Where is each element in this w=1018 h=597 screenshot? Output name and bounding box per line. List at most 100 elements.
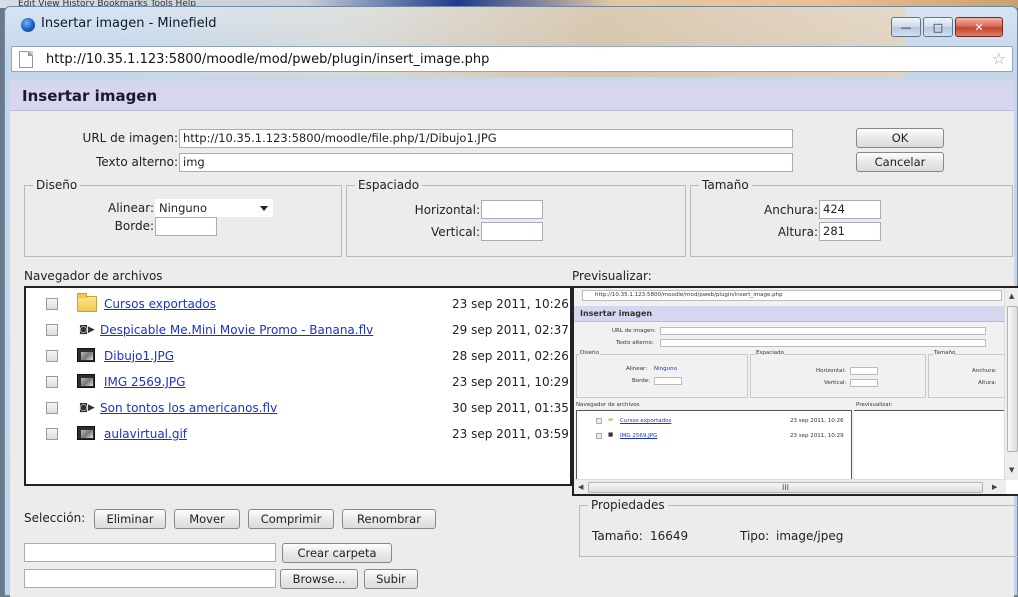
align-label: Alinear: (108, 201, 154, 215)
horizontal-label: Horizontal: (414, 203, 480, 217)
page-title: Insertar imagen (22, 87, 158, 105)
scroll-up-icon[interactable]: ▲ (1009, 292, 1014, 300)
file-name-link[interactable]: aulavirtual.gif (104, 427, 187, 441)
scroll-down-icon[interactable]: ▼ (1009, 466, 1014, 474)
file-checkbox[interactable] (46, 402, 58, 414)
create-folder-button[interactable]: Crear carpeta (282, 543, 392, 563)
file-checkbox[interactable] (46, 324, 58, 336)
cancel-button[interactable]: Cancelar (856, 152, 944, 172)
preview-tamano-legend: Tamaño (934, 350, 956, 356)
file-row[interactable]: Despicable Me.Mini Movie Promo - Banana.… (26, 320, 570, 342)
preview-height-label: Altura: (978, 380, 997, 386)
file-name-link[interactable]: Dibujo1.JPG (104, 349, 174, 363)
new-folder-input[interactable] (24, 543, 276, 562)
horizontal-scroll-thumb[interactable]: III (588, 482, 983, 493)
size-value: 16649 (650, 529, 689, 543)
file-row[interactable]: Dibujo1.JPG 28 sep 2011, 02:26 (26, 346, 570, 368)
preview-espaciado-legend: Espaciado (756, 350, 784, 356)
preview-border-field (654, 377, 682, 385)
preview-file-1: Cursos exportados (620, 418, 672, 424)
address-bar[interactable]: http://10.35.1.123:5800/moodle/mod/pweb/… (11, 46, 1013, 72)
file-name-link[interactable]: IMG 2569.JPG (104, 375, 185, 389)
file-checkbox[interactable] (46, 428, 58, 440)
delete-button[interactable]: Eliminar (94, 509, 166, 529)
preview-address: http://10.35.1.123:5800/moodle/mod/pweb/… (582, 290, 1002, 301)
border-input[interactable] (155, 217, 217, 236)
preview-espaciado-group (750, 354, 926, 398)
type-value: image/jpeg (776, 529, 844, 543)
horizontal-input[interactable] (481, 200, 543, 219)
upload-button[interactable]: Subir (364, 569, 418, 589)
preview-label: Previsualizar: (572, 269, 652, 283)
file-browser[interactable]: Cursos exportados 23 sep 2011, 10:26 Des… (24, 286, 572, 486)
preview-vertical-label: Vertical: (824, 380, 847, 386)
preview-checkbox (596, 418, 602, 424)
file-row[interactable]: aulavirtual.gif 23 sep 2011, 03:59 (26, 424, 570, 446)
dialog-header: Insertar imagen (10, 81, 1014, 111)
close-icon: ✕ (974, 20, 984, 34)
maximize-button[interactable]: □ (923, 17, 953, 37)
preview-vertical-scrollbar[interactable]: ▲ ▼ (1004, 288, 1018, 480)
preview-align-value: Ninguno (654, 366, 677, 372)
height-label: Altura: (777, 225, 818, 239)
height-input[interactable]: 281 (819, 222, 881, 241)
preview-image-icon: ■ (608, 432, 614, 438)
vertical-scroll-thumb[interactable] (1007, 306, 1018, 452)
diseno-legend: Diseño (33, 178, 81, 192)
vertical-input[interactable] (481, 222, 543, 241)
compress-button[interactable]: Comprimir (248, 509, 334, 529)
width-input[interactable]: 424 (819, 200, 881, 219)
espaciado-group: Espaciado (346, 178, 686, 257)
video-icon (77, 322, 97, 338)
file-row[interactable]: IMG 2569.JPG 23 sep 2011, 10:29 (26, 372, 570, 394)
preview-image: http://10.35.1.123:5800/moodle/mod/pweb/… (574, 288, 1006, 480)
file-checkbox[interactable] (46, 298, 58, 310)
preview-tamano-group (928, 354, 1006, 398)
align-selected-value: Ninguno (159, 201, 207, 215)
tamano-legend: Tamaño (699, 178, 752, 192)
upload-file-input[interactable] (24, 569, 276, 588)
move-button[interactable]: Mover (174, 509, 240, 529)
preview-horizontal-label: Horizontal: (816, 368, 846, 374)
image-preview[interactable]: http://10.35.1.123:5800/moodle/mod/pweb/… (572, 286, 1018, 496)
preview-vertical-field (850, 379, 878, 387)
file-name-link[interactable]: Despicable Me.Mini Movie Promo - Banana.… (100, 323, 373, 337)
scroll-right-icon[interactable]: ▶ (992, 483, 997, 491)
preview-checkbox (596, 433, 602, 439)
preview-url-label: URL de imagen: (612, 328, 656, 334)
close-window-button[interactable]: ✕ (955, 17, 1003, 37)
preview-horizontal-scrollbar[interactable]: ◀ III ▶ (574, 479, 1006, 494)
preview-file-2: IMG 2569.JPG (620, 433, 658, 439)
image-icon (77, 426, 95, 440)
preview-border-label: Borde: (632, 378, 651, 384)
scroll-left-icon[interactable]: ◀ (578, 483, 583, 491)
address-url[interactable]: http://10.35.1.123:5800/moodle/mod/pweb/… (46, 52, 489, 67)
file-checkbox[interactable] (46, 376, 58, 388)
alt-text-input[interactable]: img (179, 153, 793, 172)
preview-heading: Insertar imagen (574, 306, 1006, 322)
minimize-button[interactable]: — (891, 17, 921, 37)
align-select[interactable]: Ninguno (155, 199, 273, 217)
browse-button[interactable]: Browse... (280, 569, 358, 589)
file-browser-label: Navegador de archivos (24, 269, 163, 283)
size-label: Tamaño: (592, 529, 643, 543)
url-label: URL de imagen: (82, 131, 178, 145)
file-row[interactable]: Son tontos los americanos.flv 30 sep 201… (26, 398, 570, 420)
width-label: Anchura: (764, 203, 818, 217)
preview-diseno-group (576, 354, 748, 398)
file-checkbox[interactable] (46, 350, 58, 362)
image-url-input[interactable]: http://10.35.1.123:5800/moodle/file.php/… (179, 129, 793, 148)
rename-button[interactable]: Renombrar (342, 509, 436, 529)
file-date: 29 sep 2011, 02:37 (452, 323, 569, 337)
file-name-link[interactable]: Cursos exportados (104, 297, 216, 311)
bookmark-star-icon[interactable]: ☆ (992, 49, 1006, 68)
file-name-link[interactable]: Son tontos los americanos.flv (100, 401, 277, 415)
ok-button[interactable]: OK (856, 128, 944, 148)
preview-url-field (660, 327, 986, 335)
properties-legend: Propiedades (588, 498, 668, 512)
file-row[interactable]: Cursos exportados 23 sep 2011, 10:26 (26, 293, 570, 316)
page-icon (19, 51, 33, 68)
preview-width-label: Anchura: (972, 368, 997, 374)
tamano-group: Tamaño (690, 178, 1013, 257)
border-label: Borde: (114, 219, 154, 233)
